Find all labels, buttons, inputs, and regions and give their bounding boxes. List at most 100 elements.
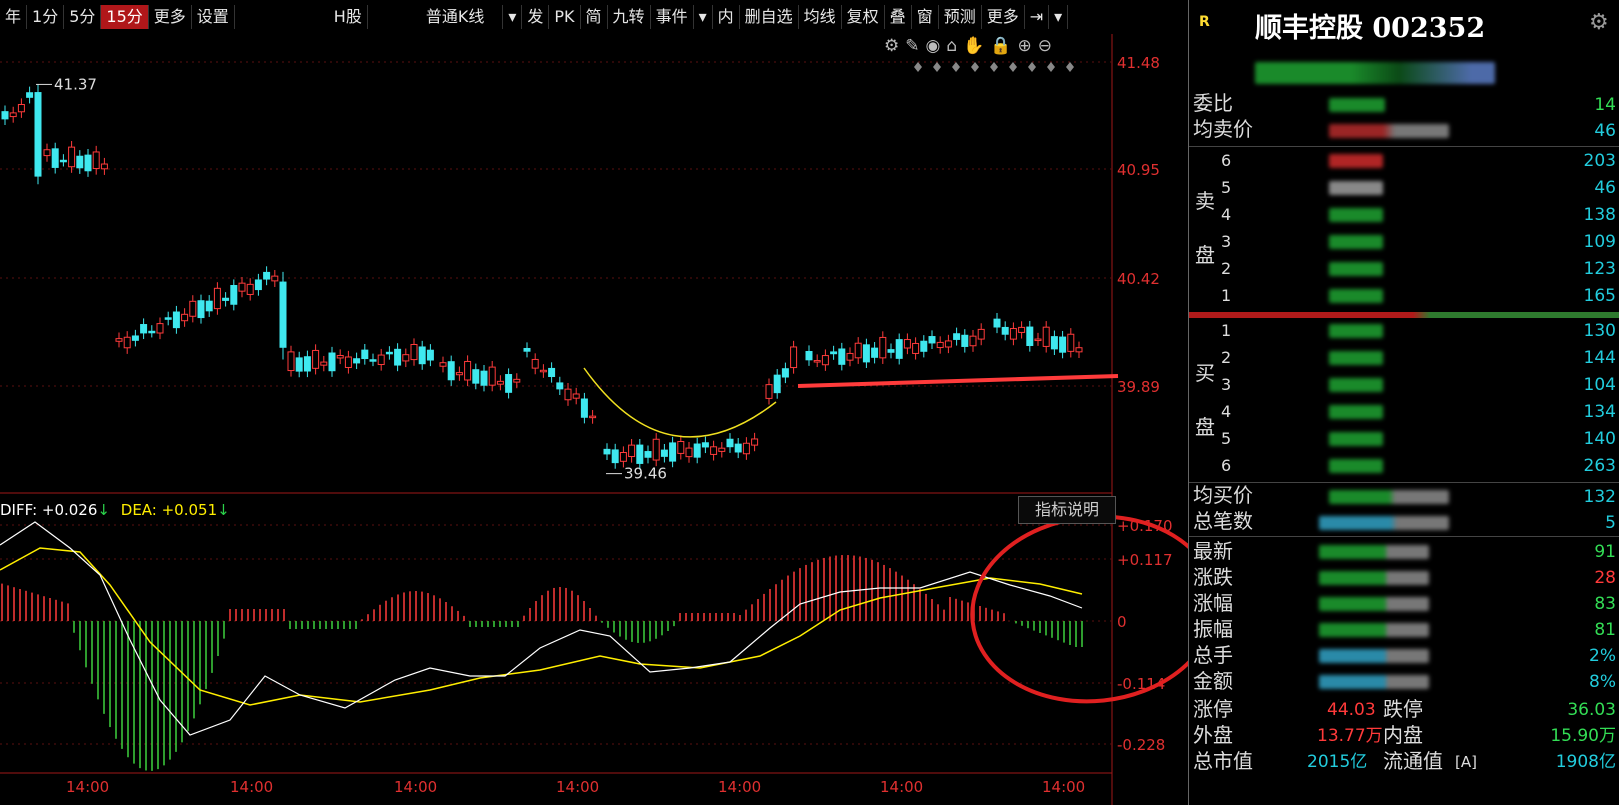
diff-line — [0, 521, 1083, 736]
candle-body — [496, 380, 504, 385]
macd-tick-label: 0 — [1117, 613, 1127, 631]
dea-arrow: ↓ — [217, 501, 230, 519]
stat-value: 83 — [1594, 594, 1616, 614]
candle-body — [821, 355, 829, 366]
candle-body — [410, 343, 418, 361]
indicator-help-button[interactable]: 指标说明 — [1018, 496, 1116, 524]
liutong-value: 1908亿 — [1555, 752, 1616, 772]
candle-body — [1050, 336, 1058, 350]
candle-body — [464, 360, 472, 381]
waipan-label: 外盘 — [1193, 723, 1233, 747]
stat-blur — [1319, 675, 1429, 689]
buy-level: 6 — [1221, 456, 1232, 475]
candle-body — [564, 388, 572, 401]
candle-body — [531, 358, 539, 369]
sell-level: 3 — [1221, 232, 1232, 251]
candle-body — [189, 300, 197, 317]
stat-label: 振幅 — [1193, 617, 1233, 641]
candle-body — [513, 378, 521, 383]
candle-body — [677, 440, 685, 454]
junmaijia-tail: 132 — [1583, 487, 1616, 507]
stat-label: 金额 — [1193, 669, 1233, 693]
candle-body — [838, 348, 846, 365]
candle-body — [1059, 336, 1067, 353]
stat-value: 28 — [1594, 568, 1616, 588]
candle-body — [1009, 328, 1017, 340]
buy-level: 1 — [1221, 321, 1232, 340]
candle-body — [115, 338, 123, 342]
sell-price-blur — [1329, 154, 1383, 168]
candle-body — [394, 348, 402, 366]
candle-body — [718, 447, 726, 452]
sell-volume: 165 — [1583, 286, 1616, 306]
candle-body — [131, 335, 139, 341]
candle-body — [790, 346, 798, 369]
marker-diamond — [1066, 62, 1074, 72]
buy-level: 4 — [1221, 402, 1232, 421]
candle-body — [59, 159, 67, 163]
gear-icon[interactable]: ⚙ — [1589, 10, 1609, 35]
candle-body — [271, 275, 279, 282]
sell-level: 5 — [1221, 178, 1232, 197]
cup-curve — [583, 367, 777, 438]
buy-price-blur — [1329, 378, 1383, 392]
candle-body — [701, 442, 709, 448]
sell-level: 6 — [1221, 151, 1232, 170]
candle-body — [805, 350, 813, 361]
candle-body — [903, 339, 911, 349]
candle-body — [84, 154, 92, 172]
dieting-value: 36.03 — [1567, 700, 1616, 720]
price-tick-label: 39.89 — [1117, 378, 1160, 396]
support-line — [797, 374, 1119, 388]
candle-body — [303, 356, 311, 372]
candle-body — [418, 346, 426, 365]
candle-body — [977, 328, 985, 340]
candle-body — [603, 448, 611, 455]
candle-body — [287, 351, 295, 372]
candle-body — [580, 398, 588, 418]
stat-blur — [1319, 623, 1429, 637]
candle-body — [944, 340, 952, 348]
zongshizhi-value: 2015亿 — [1307, 752, 1368, 772]
stat-value: 2% — [1589, 646, 1616, 666]
candle-body — [402, 354, 410, 362]
price-tick-label: 40.42 — [1117, 270, 1160, 288]
candle-body — [1026, 326, 1034, 347]
candle-body — [26, 92, 34, 98]
candle-body — [879, 336, 887, 359]
sell-label: 卖 — [1195, 189, 1215, 213]
buy-level: 5 — [1221, 429, 1232, 448]
buy-volume: 134 — [1583, 402, 1616, 422]
candle-body — [9, 112, 17, 118]
dea-line — [0, 547, 1083, 706]
quote-panel: R 顺丰控股 002352 ⚙ 委比 均卖价 14 46 卖 盘 6 203 5 46… — [1188, 0, 1619, 805]
candle-body — [539, 369, 547, 373]
macd-tick-label: -0.228 — [1117, 736, 1165, 754]
candle-body — [480, 370, 488, 386]
divider — [1189, 536, 1619, 537]
candle-body — [572, 393, 580, 399]
candle-body — [846, 352, 854, 361]
candle-body — [1067, 333, 1075, 352]
zongbishu-tail: 5 — [1605, 513, 1616, 533]
candle-body — [734, 443, 742, 453]
zongbishu-blur — [1319, 516, 1449, 530]
candle-body — [936, 341, 944, 349]
buy-volume: 263 — [1583, 456, 1616, 476]
high-annotation: 41.37 — [54, 75, 97, 93]
marker-diamond — [914, 62, 922, 72]
candle-body — [660, 449, 668, 457]
sell-price-blur — [1329, 208, 1383, 222]
junmaijia-blur — [1329, 490, 1449, 504]
candle-body — [439, 362, 447, 367]
marker-diamond — [1047, 62, 1055, 72]
candle-body — [969, 335, 977, 347]
candle-body — [34, 92, 42, 177]
stat-blur — [1319, 649, 1429, 663]
liutong-tag: [A] — [1455, 753, 1477, 771]
candle-body — [369, 359, 377, 362]
zongbishu-label: 总笔数 — [1193, 509, 1253, 533]
candle-body — [895, 339, 903, 359]
candle-body — [295, 357, 303, 372]
candle-body — [1042, 326, 1050, 347]
